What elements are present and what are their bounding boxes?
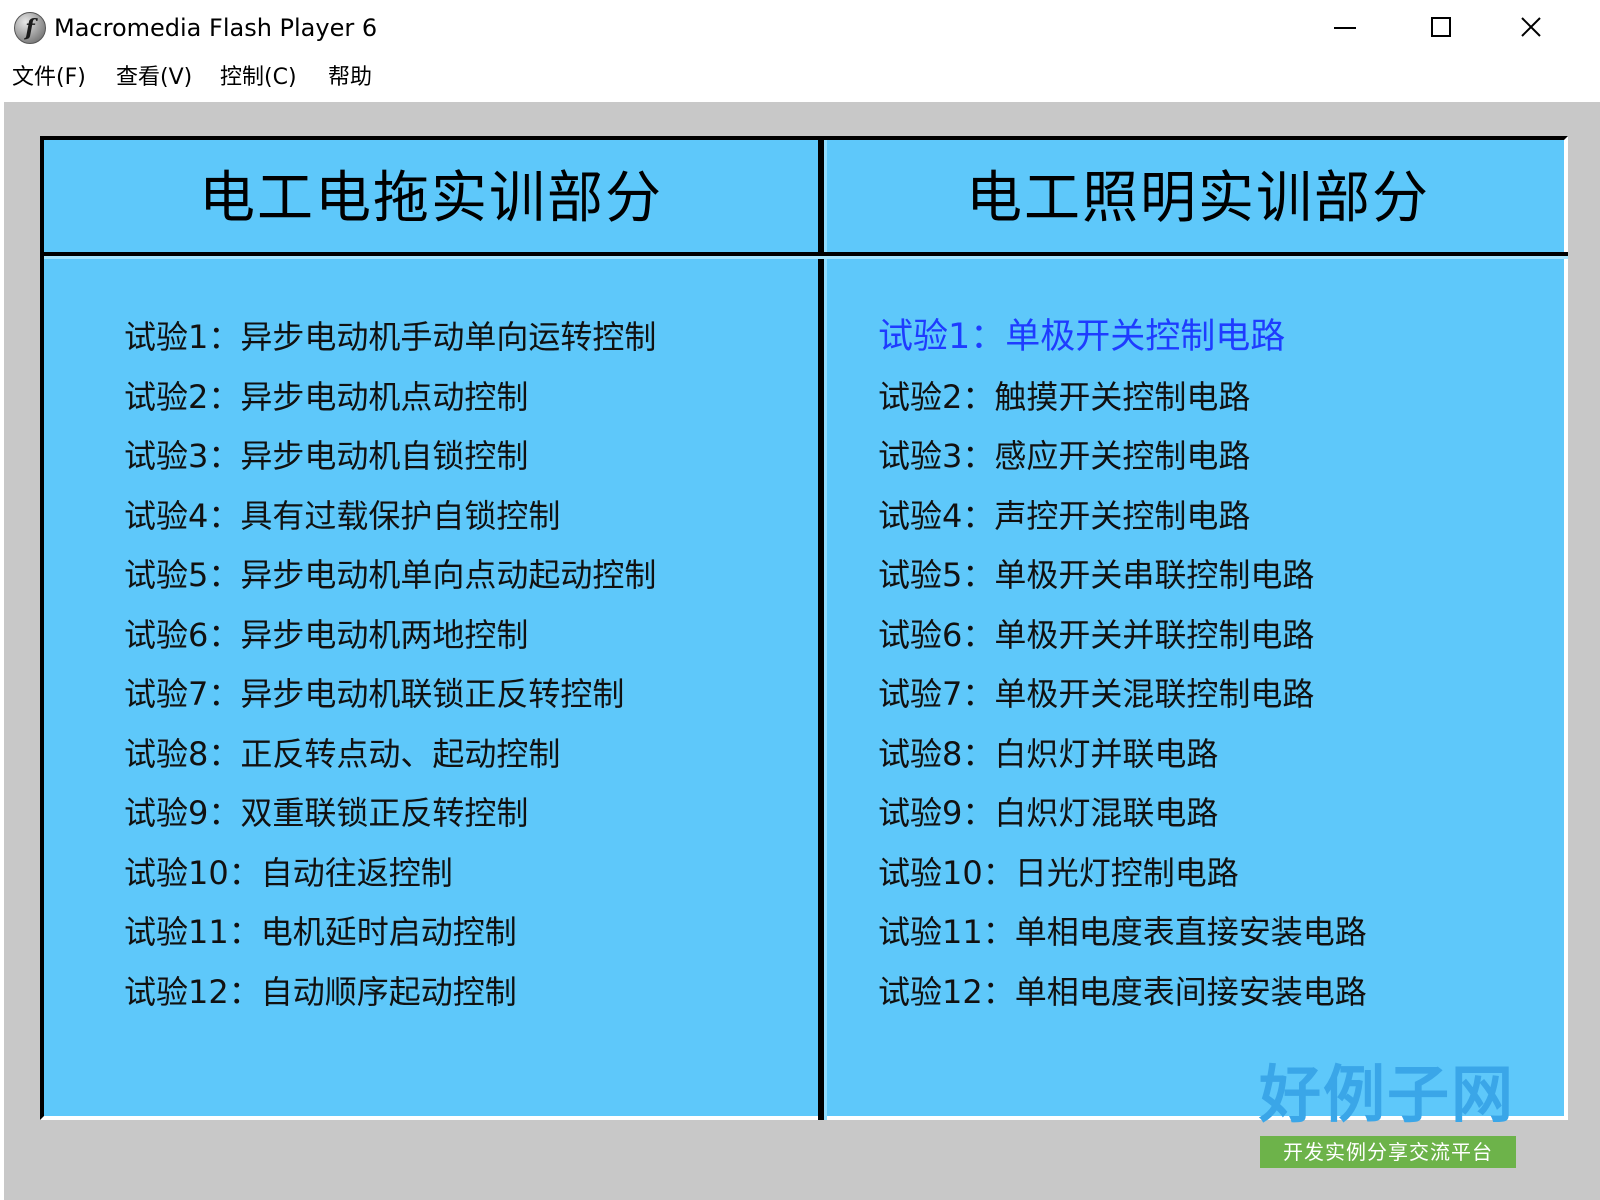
left-experiment-item-11[interactable]: 试验11：电机延时启动控制 (124, 903, 656, 963)
left-experiment-list: 试验1：异步电动机手动单向运转控制 试验2：异步电动机点动控制 试验3：异步电动… (124, 308, 656, 1022)
left-experiment-item-6[interactable]: 试验6：异步电动机两地控制 (124, 606, 656, 666)
menu-control[interactable]: 控制(C) (220, 62, 297, 94)
maximize-icon (1431, 17, 1451, 37)
right-experiment-item-11[interactable]: 试验11：单相电度表直接安装电路 (878, 903, 1367, 963)
right-experiment-item-7[interactable]: 试验7：单极开关混联控制电路 (878, 665, 1367, 725)
right-experiment-item-2[interactable]: 试验2：触摸开关控制电路 (878, 368, 1367, 428)
window-title: Macromedia Flash Player 6 (54, 14, 378, 42)
right-experiment-item-5[interactable]: 试验5：单极开关串联控制电路 (878, 546, 1367, 606)
right-experiment-item-8[interactable]: 试验8：白炽灯并联电路 (878, 725, 1367, 785)
left-experiment-item-2[interactable]: 试验2：异步电动机点动控制 (124, 368, 656, 428)
right-experiment-item-6[interactable]: 试验6：单极开关并联控制电路 (878, 606, 1367, 666)
vertical-divider-highlight (824, 140, 827, 1120)
close-button[interactable] (1520, 8, 1580, 48)
left-experiment-item-7[interactable]: 试验7：异步电动机联锁正反转控制 (124, 665, 656, 725)
title-bar[interactable]: f Macromedia Flash Player 6 (0, 0, 1600, 56)
flash-stage: 电工电拖实训部分 电工照明实训部分 试验1：异步电动机手动单向运转控制 试验2：… (4, 102, 1600, 1200)
right-experiment-item-12[interactable]: 试验12：单相电度表间接安装电路 (878, 963, 1367, 1023)
watermark-logo-subtext: 开发实例分享交流平台 (1260, 1136, 1516, 1168)
right-experiment-item-3[interactable]: 试验3：感应开关控制电路 (878, 427, 1367, 487)
menu-help[interactable]: 帮助 (328, 62, 372, 94)
horizontal-divider-highlight (44, 256, 1568, 259)
minimize-icon (1334, 27, 1356, 29)
left-experiment-item-8[interactable]: 试验8：正反转点动、起动控制 (124, 725, 656, 785)
right-experiment-item-1[interactable]: 试验1：单极开关控制电路 (878, 308, 1367, 368)
close-icon (1521, 17, 1541, 37)
left-experiment-item-1[interactable]: 试验1：异步电动机手动单向运转控制 (124, 308, 656, 368)
right-experiment-item-4[interactable]: 试验4：声控开关控制电路 (878, 487, 1367, 547)
minimize-button[interactable] (1330, 8, 1390, 48)
menu-bar: 文件(F) 查看(V) 控制(C) 帮助 (0, 58, 1600, 98)
watermark-logo-text: 好例子网 (1258, 1058, 1515, 1131)
left-experiment-item-4[interactable]: 试验4：具有过载保护自锁控制 (124, 487, 656, 547)
left-experiment-item-3[interactable]: 试验3：异步电动机自锁控制 (124, 427, 656, 487)
right-experiment-item-9[interactable]: 试验9：白炽灯混联电路 (878, 784, 1367, 844)
flash-icon: f (14, 12, 46, 44)
experiment-panel: 电工电拖实训部分 电工照明实训部分 试验1：异步电动机手动单向运转控制 试验2：… (40, 136, 1568, 1120)
right-section-title: 电工照明实训部分 (966, 166, 1430, 231)
left-experiment-item-5[interactable]: 试验5：异步电动机单向点动起动控制 (124, 546, 656, 606)
right-experiment-list: 试验1：单极开关控制电路 试验2：触摸开关控制电路 试验3：感应开关控制电路 试… (878, 308, 1367, 1022)
left-experiment-item-10[interactable]: 试验10：自动往返控制 (124, 844, 656, 904)
left-experiment-item-12[interactable]: 试验12：自动顺序起动控制 (124, 963, 656, 1023)
watermark-logo: 好例子网 开发实例分享交流平台 (1256, 1058, 1518, 1168)
right-experiment-item-10[interactable]: 试验10：日光灯控制电路 (878, 844, 1367, 904)
left-section-title: 电工电拖实训部分 (199, 166, 663, 231)
maximize-button[interactable] (1430, 8, 1490, 48)
left-experiment-item-9[interactable]: 试验9：双重联锁正反转控制 (124, 784, 656, 844)
menu-view[interactable]: 查看(V) (116, 62, 192, 94)
menu-file[interactable]: 文件(F) (12, 62, 86, 94)
